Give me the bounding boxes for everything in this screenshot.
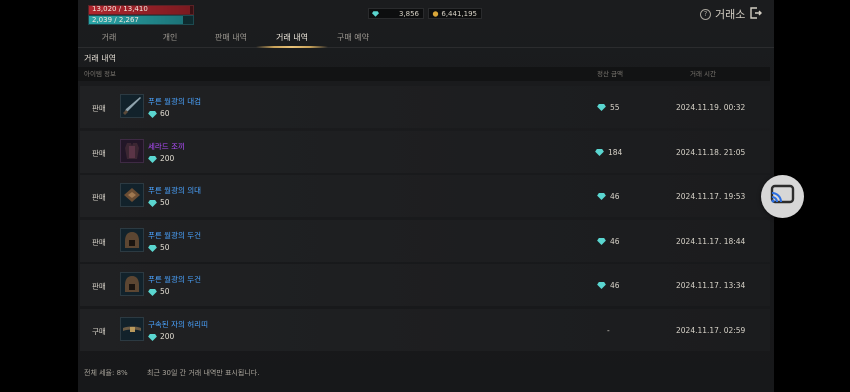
item-price: 50 — [160, 243, 170, 252]
item-price: 200 — [160, 154, 175, 163]
screen-cast-icon — [770, 184, 795, 204]
item-name: 푸른 월광의 대검 — [148, 97, 202, 106]
exchange-title: 거래소 — [715, 8, 746, 21]
gem-icon — [597, 282, 606, 289]
trade-type: 판매 — [92, 193, 106, 202]
gem-icon — [148, 289, 157, 296]
gem-currency: 3,856 — [368, 8, 424, 19]
table-header: 아이템 정보 정산 금액 거래 시간 — [78, 67, 770, 81]
tab-trade-history[interactable]: 거래 내역 — [256, 28, 328, 48]
settlement-amount: 46 — [610, 281, 620, 290]
gem-icon — [597, 193, 606, 200]
gem-icon — [597, 104, 606, 111]
gem-icon — [148, 111, 157, 118]
trade-type: 판매 — [92, 238, 106, 247]
settlement-amount: 46 — [610, 237, 620, 246]
belt-armor-icon — [120, 183, 144, 207]
trade-time: 2024.11.17. 02:59 — [676, 326, 746, 335]
table-row[interactable]: 판매 세라드 조끼 200 184 2024.11.18. 21:05 — [80, 131, 770, 173]
greatsword-icon — [120, 94, 144, 118]
item-name: 구속된 자의 허리띠 — [148, 320, 208, 329]
item-price: 50 — [160, 198, 170, 207]
col-time: 거래 시간 — [690, 70, 716, 78]
tab-sales-history[interactable]: 판매 내역 — [211, 28, 251, 47]
item-name: 세라드 조끼 — [148, 142, 185, 151]
exit-icon[interactable] — [750, 7, 762, 19]
vest-icon — [120, 139, 144, 163]
trade-type: 판매 — [92, 149, 106, 158]
trade-time: 2024.11.17. 13:34 — [676, 281, 746, 290]
trade-time: 2024.11.19. 00:32 — [676, 103, 746, 112]
item-name: 푸른 월광의 두건 — [148, 275, 202, 284]
table-row[interactable]: 판매 푸른 월광의 두건 50 46 2024.11.17. 13:34 — [80, 264, 770, 306]
left-letterbox — [0, 0, 78, 392]
settlement-amount: 184 — [608, 148, 623, 157]
exchange-panel: 13,020 / 13,410 2,039 / 2,267 3,856 6,44… — [78, 0, 774, 392]
gem-icon — [595, 149, 604, 156]
trade-time: 2024.11.17. 18:44 — [676, 237, 746, 246]
trade-time: 2024.11.18. 21:05 — [676, 148, 746, 157]
trade-time: 2024.11.17. 19:53 — [676, 192, 746, 201]
gem-icon — [597, 238, 606, 245]
history-note: 최근 30일 간 거래 내역만 표시됩니다. — [147, 369, 260, 377]
gold-amount: 6,441,195 — [441, 10, 477, 18]
gold-coin-icon — [432, 11, 439, 17]
section-title: 거래 내역 — [84, 54, 116, 63]
col-settlement: 정산 금액 — [597, 70, 623, 78]
item-price: 200 — [160, 332, 175, 341]
hood-icon — [120, 272, 144, 296]
mp-text: 2,039 / 2,267 — [92, 16, 139, 24]
item-price: 50 — [160, 287, 170, 296]
gem-icon — [148, 334, 157, 341]
trade-type: 구매 — [92, 327, 106, 336]
status-bars: 13,020 / 13,410 2,039 / 2,267 — [88, 4, 194, 25]
gem-icon — [148, 245, 157, 252]
gold-currency: 6,441,195 — [428, 8, 482, 19]
item-name: 푸른 월광의 두건 — [148, 231, 202, 240]
hood-icon — [120, 228, 144, 252]
tab-personal[interactable]: 개인 — [155, 28, 185, 47]
screen-cast-button[interactable] — [761, 175, 804, 218]
trade-type: 판매 — [92, 104, 106, 113]
gem-icon — [148, 156, 157, 163]
table-row[interactable]: 판매 푸른 월광의 두건 50 46 2024.11.17. 18:44 — [80, 220, 770, 262]
item-price: 60 — [160, 109, 170, 118]
tab-trade[interactable]: 거래 — [94, 28, 124, 47]
table-row[interactable]: 판매 푸른 월광의 의대 50 46 2024.11.17. 19:53 — [80, 175, 770, 217]
top-bar: 13,020 / 13,410 2,039 / 2,267 3,856 6,44… — [78, 0, 774, 28]
col-item-info: 아이템 정보 — [84, 70, 116, 78]
table-row[interactable]: 구매 구속된 자의 허리띠 200 - 2024.11.17. 02:59 — [80, 309, 770, 351]
gem-amount: 3,856 — [398, 10, 419, 18]
tab-bar: 거래 개인 판매 내역 거래 내역 구매 예약 — [78, 28, 774, 48]
table-row[interactable]: 판매 푸른 월광의 대검 60 55 2024.11.19. 00:32 — [80, 86, 770, 128]
settlement-amount: - — [607, 326, 610, 335]
tab-purchase-reservation[interactable]: 구매 예약 — [332, 28, 374, 47]
settlement-amount: 46 — [610, 192, 620, 201]
settlement-amount: 55 — [610, 103, 620, 112]
gem-icon — [148, 200, 157, 207]
gem-icon — [372, 11, 379, 17]
help-circle-icon[interactable]: ? — [700, 9, 711, 20]
tax-rate: 전체 세율: 8% — [84, 369, 128, 377]
trade-type: 판매 — [92, 282, 106, 291]
waist-belt-icon — [120, 317, 144, 341]
item-name: 푸른 월광의 의대 — [148, 186, 202, 195]
hp-text: 13,020 / 13,410 — [92, 5, 148, 13]
